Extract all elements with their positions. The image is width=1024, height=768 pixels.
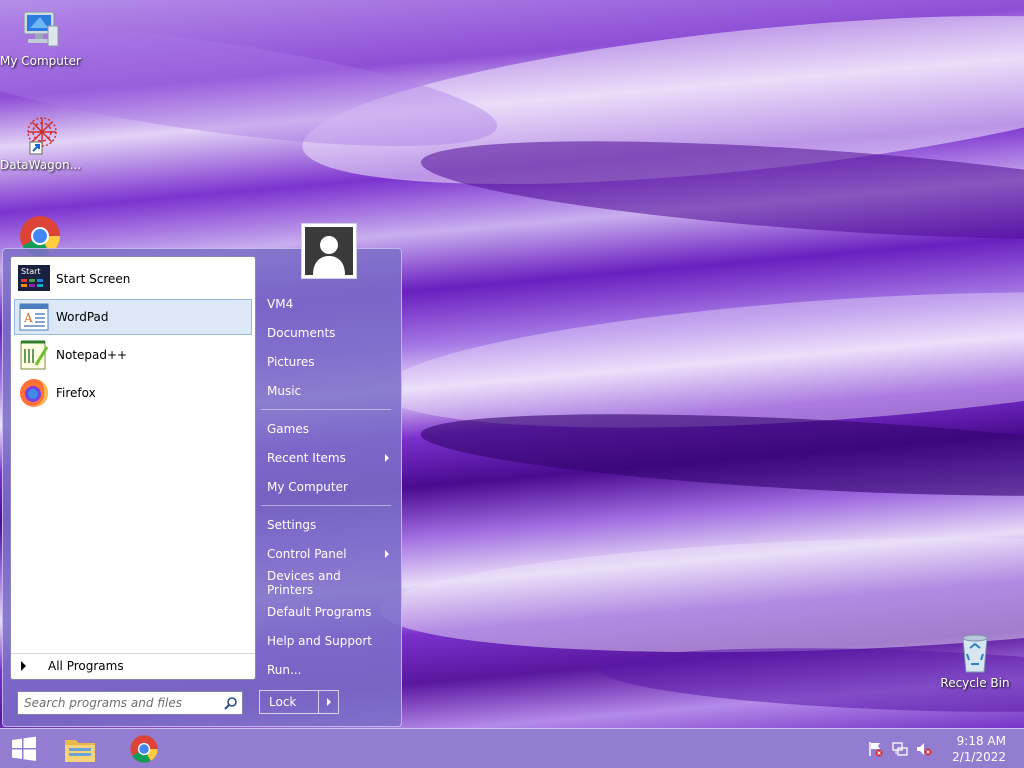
- program-start-screen[interactable]: Start Start Screen: [14, 261, 252, 297]
- taskbar-clock[interactable]: 9:18 AM 2/1/2022: [952, 733, 1006, 765]
- all-programs-label: All Programs: [48, 658, 124, 673]
- computer-icon: [18, 8, 62, 52]
- desktop-icon-recycle-bin[interactable]: Recycle Bin: [935, 630, 1015, 690]
- all-programs-button[interactable]: All Programs: [11, 653, 255, 677]
- clock-time: 9:18 AM: [956, 734, 1006, 748]
- place-help-support[interactable]: Help and Support: [257, 626, 397, 655]
- place-user[interactable]: VM4: [257, 289, 397, 318]
- action-center-flag-icon[interactable]: [868, 741, 884, 757]
- desktop-icon-label: DataWagon...: [0, 158, 82, 172]
- place-devices-printers[interactable]: Devices and Printers: [257, 568, 397, 597]
- place-run[interactable]: Run...: [257, 655, 397, 684]
- user-avatar[interactable]: [301, 223, 357, 279]
- svg-text:A: A: [23, 311, 33, 325]
- taskbar: 9:18 AM 2/1/2022: [0, 728, 1024, 768]
- svg-text:Start: Start: [21, 267, 41, 276]
- search-placeholder: Search programs and files: [24, 696, 182, 710]
- chrome-taskbar-icon[interactable]: [122, 733, 166, 765]
- program-label: WordPad: [56, 310, 109, 324]
- user-icon: [313, 236, 345, 275]
- separator: [261, 409, 391, 410]
- place-documents[interactable]: Documents: [257, 318, 397, 347]
- lock-button[interactable]: Lock: [259, 690, 339, 714]
- start-button[interactable]: [2, 733, 46, 765]
- datawagon-icon: [18, 112, 62, 156]
- search-input[interactable]: Search programs and files: [17, 691, 243, 715]
- start-screen-icon: Start: [18, 263, 50, 295]
- separator: [261, 505, 391, 506]
- program-wordpad[interactable]: A WordPad: [14, 299, 252, 335]
- desktop-icon-label: My Computer: [0, 54, 81, 68]
- program-label: Start Screen: [56, 272, 131, 286]
- wordpad-icon: A: [18, 301, 50, 333]
- place-settings[interactable]: Settings: [257, 510, 397, 539]
- start-menu: Start Start Screen A WordPad Notepad++ F…: [2, 223, 402, 727]
- search-icon[interactable]: [224, 696, 238, 710]
- triangle-right-icon: [21, 660, 26, 671]
- lock-label: Lock: [269, 695, 297, 709]
- program-label: Notepad++: [56, 348, 128, 362]
- volume-muted-icon[interactable]: [916, 741, 932, 757]
- windows-logo-icon: [12, 736, 36, 761]
- place-my-computer[interactable]: My Computer: [257, 472, 397, 501]
- notepadpp-icon: [18, 339, 50, 371]
- chevron-right-icon: [326, 698, 331, 706]
- place-default-programs[interactable]: Default Programs: [257, 597, 397, 626]
- file-explorer-icon[interactable]: [58, 733, 102, 765]
- submenu-arrow-icon: [385, 549, 389, 558]
- network-icon[interactable]: [892, 741, 908, 757]
- recycle-bin-icon: [953, 630, 997, 674]
- desktop-icon-my-computer[interactable]: My Computer: [0, 8, 81, 68]
- submenu-arrow-icon: [385, 453, 389, 462]
- desktop-icon-datawagon[interactable]: DataWagon...: [0, 112, 82, 172]
- firefox-icon: [18, 377, 50, 409]
- program-firefox[interactable]: Firefox: [14, 375, 252, 411]
- start-menu-programs-pane: Start Start Screen A WordPad Notepad++ F…: [10, 256, 256, 680]
- start-menu-places-pane: VM4 Documents Pictures Music Games Recen…: [257, 289, 397, 684]
- power-options-arrow[interactable]: [318, 691, 338, 713]
- desktop-icon-label: Recycle Bin: [940, 676, 1010, 690]
- system-tray: 9:18 AM 2/1/2022: [868, 729, 1006, 768]
- place-pictures[interactable]: Pictures: [257, 347, 397, 376]
- clock-date: 2/1/2022: [952, 750, 1006, 764]
- program-label: Firefox: [56, 386, 96, 400]
- program-notepadpp[interactable]: Notepad++: [14, 337, 252, 373]
- place-music[interactable]: Music: [257, 376, 397, 405]
- place-recent-items[interactable]: Recent Items: [257, 443, 397, 472]
- place-games[interactable]: Games: [257, 414, 397, 443]
- place-control-panel[interactable]: Control Panel: [257, 539, 397, 568]
